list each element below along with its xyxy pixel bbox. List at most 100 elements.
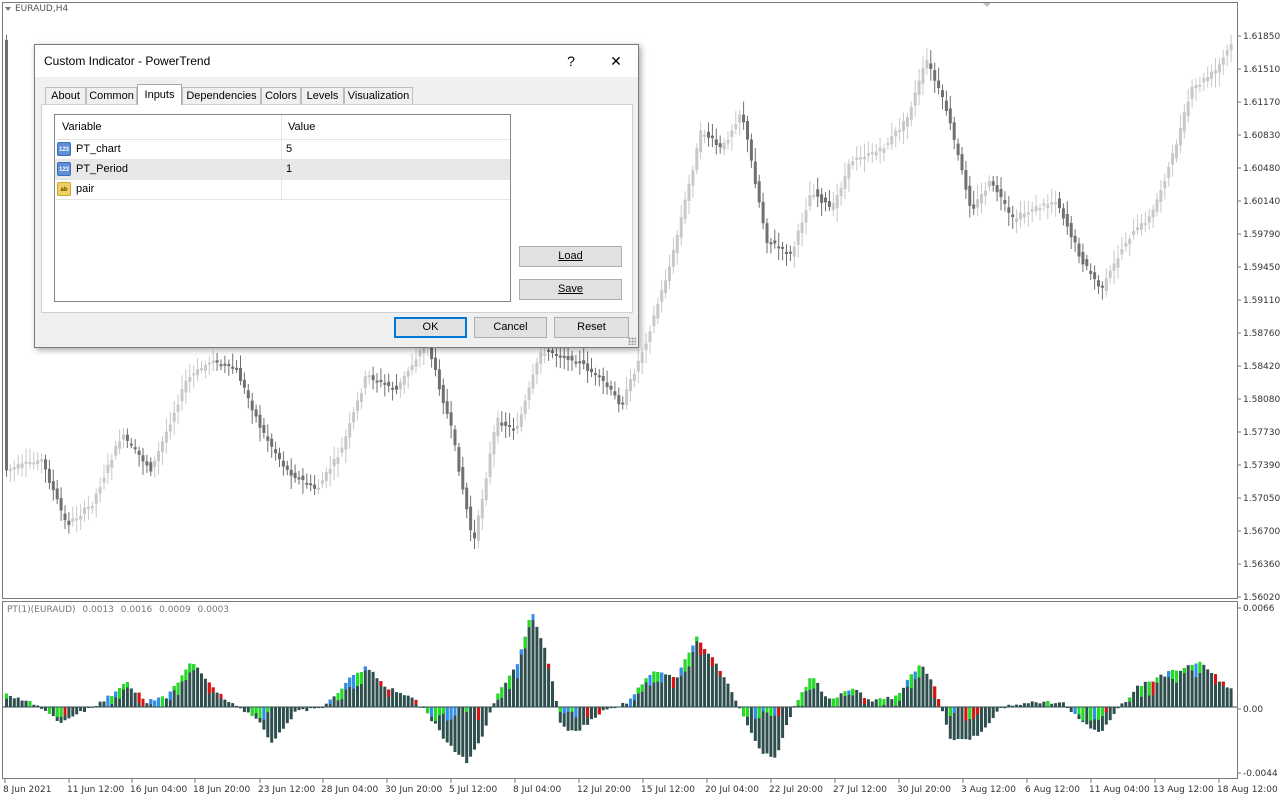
histogram-bar (1061, 702, 1065, 707)
tab-visualization[interactable]: Visualization (344, 87, 413, 104)
histogram-bar (816, 682, 820, 707)
histogram-cap (894, 695, 898, 706)
histogram-cap (710, 657, 714, 667)
candle-body (1112, 263, 1116, 271)
histogram-bar (582, 707, 586, 725)
histogram-cap (1100, 707, 1104, 717)
tab-inputs[interactable]: Inputs (137, 84, 182, 105)
variable-name: PT_Period (76, 163, 128, 175)
candle-body (32, 462, 36, 465)
histogram-bar (391, 688, 395, 707)
histogram-bar (718, 671, 722, 707)
histogram-cap (523, 636, 527, 649)
histogram-cap (426, 707, 430, 714)
cancel-button[interactable]: Cancel (474, 317, 547, 338)
histogram-bar (1190, 665, 1194, 707)
candle-body (995, 185, 999, 193)
histogram-bar (535, 626, 539, 707)
histogram-cap (430, 707, 434, 717)
tab-dependencies[interactable]: Dependencies (182, 87, 261, 104)
histogram-bar (242, 707, 246, 713)
price-tick-label: 1.59790 (1243, 230, 1280, 240)
save-label: Save (557, 283, 584, 295)
input-row-pt-period[interactable]: 123 PT_Period 1 (55, 160, 510, 180)
input-row-pair[interactable]: ab pair (55, 180, 510, 200)
candle-body (1190, 86, 1194, 99)
histogram-cap (192, 663, 196, 671)
histogram-cap (652, 671, 656, 683)
reset-button[interactable]: Reset (554, 317, 629, 338)
candle-body (812, 194, 816, 197)
candle-body (1210, 71, 1214, 79)
histogram-cap (796, 700, 800, 706)
histogram-bar (1038, 703, 1042, 707)
candle-body (1061, 208, 1065, 219)
candle-body (933, 70, 937, 81)
histogram-cap (1128, 697, 1132, 702)
indicator-pane-frame (2, 601, 1238, 779)
candle-body (660, 290, 664, 302)
tab-colors[interactable]: Colors (261, 87, 301, 104)
time-tick-label: 16 Jun 04:00 (130, 785, 187, 795)
save-button[interactable]: Save (519, 279, 622, 300)
tab-about[interactable]: About (45, 87, 86, 104)
candle-body (469, 506, 473, 531)
histogram-bar (761, 707, 765, 754)
histogram-bar (870, 701, 874, 707)
histogram-cap (964, 707, 968, 721)
histogram-bar (890, 699, 894, 707)
candle-body (777, 246, 781, 249)
histogram-bar (398, 692, 402, 707)
load-button[interactable]: Load (519, 246, 622, 267)
input-row-pt-chart[interactable]: 123 PT_chart 5 (55, 140, 510, 160)
histogram-cap (1151, 681, 1155, 696)
histogram-bar (527, 619, 531, 707)
candle-body (1151, 209, 1155, 218)
histogram-bar (274, 707, 278, 739)
candle-body (1030, 209, 1034, 212)
histogram-cap (831, 698, 835, 707)
time-tick-label: 28 Jun 04:00 (321, 785, 378, 795)
candle-body (1093, 272, 1097, 280)
histogram-cap (851, 688, 855, 696)
candle-body (1167, 166, 1171, 178)
candle-body (601, 375, 605, 381)
column-value[interactable]: Value (288, 121, 315, 133)
candle-body (297, 477, 301, 480)
candle-body (652, 315, 656, 326)
resize-grip-icon[interactable] (628, 337, 636, 345)
candle-body (122, 434, 125, 440)
histogram-cap (250, 707, 254, 716)
dialog-titlebar[interactable]: Custom Indicator - PowerTrend ? ✕ (35, 45, 638, 77)
candle-body (258, 414, 262, 428)
candle-body (952, 122, 956, 140)
candle-body (644, 343, 648, 350)
candle-body (289, 469, 293, 476)
candle-body (679, 217, 683, 238)
close-button[interactable]: ✕ (596, 49, 636, 73)
candle-body (161, 441, 164, 452)
histogram-bar (722, 677, 726, 707)
candle-body (129, 443, 133, 446)
column-variable[interactable]: Variable (62, 121, 102, 133)
histogram-cap (153, 700, 157, 707)
candle-body (827, 201, 831, 207)
candle-body (203, 364, 207, 371)
candle-body (523, 400, 527, 414)
candle-body (461, 467, 465, 490)
tab-common[interactable]: Common (86, 87, 137, 104)
histogram-cap (1097, 707, 1100, 720)
histogram-bar (457, 707, 461, 755)
histogram-cap (453, 707, 457, 716)
histogram-bar (941, 707, 944, 712)
tab-levels[interactable]: Levels (301, 87, 344, 104)
time-tick-label: 8 Jun 2021 (3, 785, 51, 795)
variable-value[interactable]: 1 (286, 163, 292, 175)
help-button[interactable]: ? (551, 49, 591, 73)
candle-body (457, 447, 461, 472)
candle-body (313, 484, 317, 489)
histogram-cap (753, 707, 757, 719)
variable-value[interactable]: 5 (286, 143, 292, 155)
ok-button[interactable]: OK (394, 317, 467, 338)
histogram-cap (207, 682, 211, 694)
